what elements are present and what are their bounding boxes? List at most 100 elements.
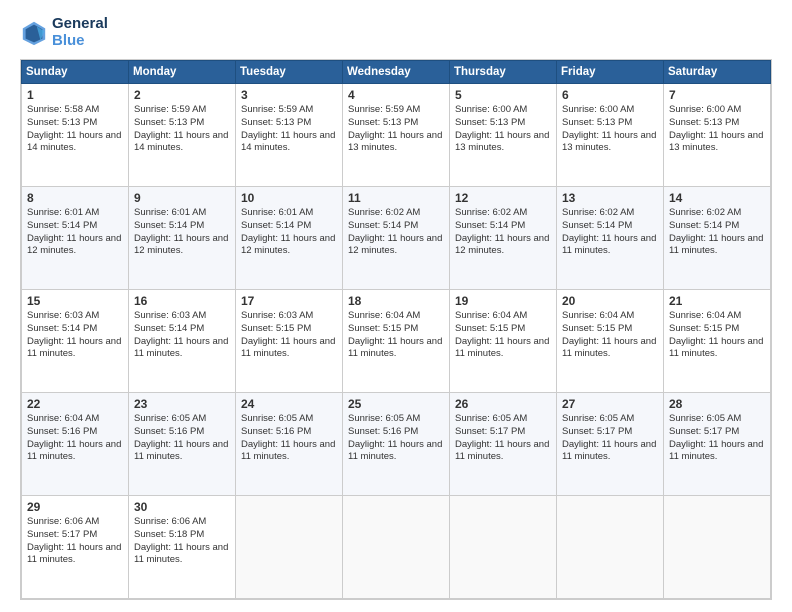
sunrise: Sunrise: 6:04 AM (455, 310, 527, 321)
daylight: Daylight: 11 hours and 12 minutes. (348, 233, 442, 257)
weekday-row: SundayMondayTuesdayWednesdayThursdayFrid… (22, 61, 771, 84)
day-info: Sunrise: 6:02 AM Sunset: 5:14 PM Dayligh… (669, 207, 765, 258)
sunset: Sunset: 5:14 PM (455, 220, 525, 231)
day-number: 28 (669, 397, 765, 411)
calendar-cell: 3 Sunrise: 5:59 AM Sunset: 5:13 PM Dayli… (236, 84, 343, 187)
daylight: Daylight: 11 hours and 12 minutes. (455, 233, 549, 257)
day-info: Sunrise: 6:00 AM Sunset: 5:13 PM Dayligh… (562, 104, 658, 155)
weekday-header: Friday (557, 61, 664, 84)
sunset: Sunset: 5:13 PM (241, 117, 311, 128)
calendar-cell: 4 Sunrise: 5:59 AM Sunset: 5:13 PM Dayli… (343, 84, 450, 187)
calendar-cell: 8 Sunrise: 6:01 AM Sunset: 5:14 PM Dayli… (22, 187, 129, 290)
day-number: 15 (27, 294, 123, 308)
calendar-cell: 12 Sunrise: 6:02 AM Sunset: 5:14 PM Dayl… (450, 187, 557, 290)
day-number: 7 (669, 88, 765, 102)
calendar-cell: 18 Sunrise: 6:04 AM Sunset: 5:15 PM Dayl… (343, 290, 450, 393)
day-number: 11 (348, 191, 444, 205)
daylight: Daylight: 11 hours and 12 minutes. (241, 233, 335, 257)
day-number: 18 (348, 294, 444, 308)
calendar-cell: 11 Sunrise: 6:02 AM Sunset: 5:14 PM Dayl… (343, 187, 450, 290)
daylight: Daylight: 11 hours and 11 minutes. (562, 233, 656, 257)
calendar-cell: 24 Sunrise: 6:05 AM Sunset: 5:16 PM Dayl… (236, 393, 343, 496)
daylight: Daylight: 11 hours and 11 minutes. (241, 336, 335, 360)
calendar-cell: 5 Sunrise: 6:00 AM Sunset: 5:13 PM Dayli… (450, 84, 557, 187)
daylight: Daylight: 11 hours and 11 minutes. (134, 542, 228, 566)
day-number: 27 (562, 397, 658, 411)
calendar-cell: 30 Sunrise: 6:06 AM Sunset: 5:18 PM Dayl… (129, 496, 236, 599)
sunrise: Sunrise: 6:01 AM (241, 207, 313, 218)
day-number: 21 (669, 294, 765, 308)
day-number: 1 (27, 88, 123, 102)
weekday-header: Wednesday (343, 61, 450, 84)
week-row: 15 Sunrise: 6:03 AM Sunset: 5:14 PM Dayl… (22, 290, 771, 393)
week-row: 29 Sunrise: 6:06 AM Sunset: 5:17 PM Dayl… (22, 496, 771, 599)
day-info: Sunrise: 6:02 AM Sunset: 5:14 PM Dayligh… (455, 207, 551, 258)
calendar-cell: 7 Sunrise: 6:00 AM Sunset: 5:13 PM Dayli… (664, 84, 771, 187)
sunrise: Sunrise: 6:05 AM (241, 413, 313, 424)
sunset: Sunset: 5:15 PM (562, 323, 632, 334)
header: General Blue (20, 16, 772, 49)
calendar-cell (450, 496, 557, 599)
logo-icon (20, 19, 48, 47)
weekday-header: Monday (129, 61, 236, 84)
day-number: 2 (134, 88, 230, 102)
daylight: Daylight: 11 hours and 13 minutes. (669, 130, 763, 154)
daylight: Daylight: 11 hours and 11 minutes. (27, 336, 121, 360)
sunset: Sunset: 5:18 PM (134, 529, 204, 540)
daylight: Daylight: 11 hours and 11 minutes. (134, 439, 228, 463)
calendar-cell: 25 Sunrise: 6:05 AM Sunset: 5:16 PM Dayl… (343, 393, 450, 496)
day-number: 14 (669, 191, 765, 205)
day-info: Sunrise: 6:02 AM Sunset: 5:14 PM Dayligh… (562, 207, 658, 258)
calendar-cell: 6 Sunrise: 6:00 AM Sunset: 5:13 PM Dayli… (557, 84, 664, 187)
week-row: 1 Sunrise: 5:58 AM Sunset: 5:13 PM Dayli… (22, 84, 771, 187)
calendar-cell: 26 Sunrise: 6:05 AM Sunset: 5:17 PM Dayl… (450, 393, 557, 496)
daylight: Daylight: 11 hours and 14 minutes. (27, 130, 121, 154)
day-info: Sunrise: 6:00 AM Sunset: 5:13 PM Dayligh… (455, 104, 551, 155)
sunrise: Sunrise: 6:04 AM (27, 413, 99, 424)
sunset: Sunset: 5:13 PM (348, 117, 418, 128)
day-info: Sunrise: 6:05 AM Sunset: 5:16 PM Dayligh… (241, 413, 337, 464)
day-info: Sunrise: 5:59 AM Sunset: 5:13 PM Dayligh… (348, 104, 444, 155)
daylight: Daylight: 11 hours and 11 minutes. (669, 233, 763, 257)
sunset: Sunset: 5:13 PM (27, 117, 97, 128)
day-info: Sunrise: 6:03 AM Sunset: 5:15 PM Dayligh… (241, 310, 337, 361)
daylight: Daylight: 11 hours and 12 minutes. (134, 233, 228, 257)
sunrise: Sunrise: 6:02 AM (455, 207, 527, 218)
day-info: Sunrise: 6:03 AM Sunset: 5:14 PM Dayligh… (27, 310, 123, 361)
sunrise: Sunrise: 6:04 AM (669, 310, 741, 321)
calendar-cell: 22 Sunrise: 6:04 AM Sunset: 5:16 PM Dayl… (22, 393, 129, 496)
day-number: 10 (241, 191, 337, 205)
calendar-cell: 28 Sunrise: 6:05 AM Sunset: 5:17 PM Dayl… (664, 393, 771, 496)
logo: General Blue (20, 16, 108, 49)
sunset: Sunset: 5:16 PM (241, 426, 311, 437)
day-number: 23 (134, 397, 230, 411)
sunrise: Sunrise: 5:59 AM (134, 104, 206, 115)
sunrise: Sunrise: 6:04 AM (348, 310, 420, 321)
sunrise: Sunrise: 6:00 AM (562, 104, 634, 115)
calendar-cell: 29 Sunrise: 6:06 AM Sunset: 5:17 PM Dayl… (22, 496, 129, 599)
day-info: Sunrise: 6:05 AM Sunset: 5:17 PM Dayligh… (669, 413, 765, 464)
sunrise: Sunrise: 6:04 AM (562, 310, 634, 321)
calendar-cell (343, 496, 450, 599)
calendar-cell: 9 Sunrise: 6:01 AM Sunset: 5:14 PM Dayli… (129, 187, 236, 290)
sunset: Sunset: 5:17 PM (27, 529, 97, 540)
daylight: Daylight: 11 hours and 11 minutes. (562, 336, 656, 360)
day-number: 26 (455, 397, 551, 411)
day-number: 30 (134, 500, 230, 514)
daylight: Daylight: 11 hours and 11 minutes. (669, 439, 763, 463)
daylight: Daylight: 11 hours and 13 minutes. (455, 130, 549, 154)
calendar-cell: 10 Sunrise: 6:01 AM Sunset: 5:14 PM Dayl… (236, 187, 343, 290)
calendar-table: SundayMondayTuesdayWednesdayThursdayFrid… (21, 60, 771, 599)
sunset: Sunset: 5:14 PM (27, 323, 97, 334)
day-number: 24 (241, 397, 337, 411)
day-info: Sunrise: 6:05 AM Sunset: 5:17 PM Dayligh… (562, 413, 658, 464)
calendar-cell: 15 Sunrise: 6:03 AM Sunset: 5:14 PM Dayl… (22, 290, 129, 393)
sunset: Sunset: 5:14 PM (27, 220, 97, 231)
day-info: Sunrise: 6:06 AM Sunset: 5:17 PM Dayligh… (27, 516, 123, 567)
day-info: Sunrise: 6:04 AM Sunset: 5:15 PM Dayligh… (348, 310, 444, 361)
day-info: Sunrise: 6:04 AM Sunset: 5:15 PM Dayligh… (669, 310, 765, 361)
calendar: SundayMondayTuesdayWednesdayThursdayFrid… (20, 59, 772, 600)
sunrise: Sunrise: 6:02 AM (348, 207, 420, 218)
daylight: Daylight: 11 hours and 11 minutes. (455, 336, 549, 360)
sunrise: Sunrise: 6:05 AM (669, 413, 741, 424)
